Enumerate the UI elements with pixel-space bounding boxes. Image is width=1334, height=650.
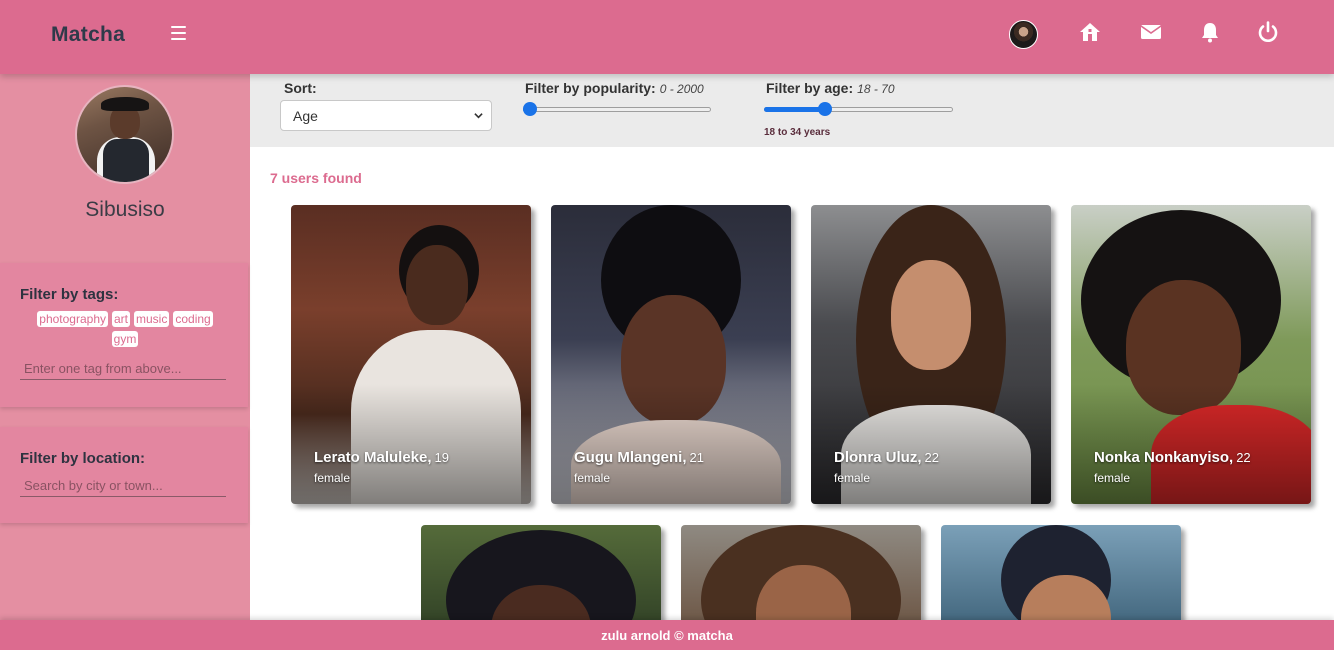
age-range-note: 18 to 34 years: [764, 127, 831, 138]
tag-music[interactable]: music: [134, 311, 170, 327]
popularity-label-text: Filter by popularity:: [525, 80, 656, 96]
user-age: 19: [434, 450, 450, 465]
sort-label: Sort:: [284, 80, 317, 96]
user-card[interactable]: [421, 525, 661, 635]
user-age: 22: [1236, 450, 1251, 465]
user-card[interactable]: [681, 525, 921, 635]
location-filter-title: Filter by location:: [20, 450, 146, 467]
mail-icon[interactable]: [1139, 20, 1163, 44]
user-name: Gugu Mlangeni, 21: [574, 449, 704, 466]
top-navbar: Matcha: [0, 0, 1334, 74]
tags-filter-card: Filter by tags: photography art music codin…: [0, 263, 248, 407]
footer: zulu arnold © matcha: [0, 620, 1334, 650]
brand-logo[interactable]: Matcha: [51, 23, 125, 47]
popularity-range: 0 - 2000: [659, 82, 704, 96]
profile-name: Sibusiso: [85, 198, 165, 221]
sort-select[interactable]: Age: [280, 100, 492, 131]
users-found-count: 7 users found: [270, 170, 362, 186]
profile-avatar[interactable]: [75, 85, 174, 184]
popularity-label: Filter by popularity: 0 - 2000: [525, 80, 704, 96]
user-gender: female: [574, 471, 611, 485]
tag-photography[interactable]: photography: [37, 311, 108, 327]
filter-bar: Sort: Age Filter by popularity: 0 - 2000 …: [250, 74, 1334, 147]
user-gender: female: [1094, 471, 1131, 485]
tag-coding[interactable]: coding: [173, 311, 213, 327]
footer-text: zulu arnold © matcha: [601, 628, 733, 643]
user-card[interactable]: Nonka Nonkanyiso, 22 female: [1071, 205, 1311, 504]
popularity-slider[interactable]: [523, 102, 711, 116]
user-age: 21: [689, 450, 704, 465]
tag-art[interactable]: art: [112, 311, 131, 327]
tag-input[interactable]: [20, 358, 226, 380]
home-icon[interactable]: [1078, 20, 1102, 44]
hamburger-menu-icon[interactable]: [171, 26, 186, 40]
user-gender: female: [834, 471, 871, 485]
age-range: 18 - 70: [857, 82, 895, 96]
age-label: Filter by age: 18 - 70: [766, 80, 895, 96]
user-name: Nonka Nonkanyiso, 22: [1094, 449, 1251, 466]
user-name: Dlonra Uluz, 22: [834, 449, 939, 466]
user-card[interactable]: Lerato Maluleke, 19 female: [291, 205, 531, 504]
user-card[interactable]: [941, 525, 1181, 635]
tag-list: photography art music coding gym: [20, 309, 230, 349]
user-age: 22: [924, 450, 939, 465]
user-avatar[interactable]: [1009, 20, 1038, 49]
bell-icon[interactable]: [1198, 20, 1222, 44]
location-filter-card: Filter by location:: [0, 427, 248, 523]
user-card[interactable]: Gugu Mlangeni, 21 female: [551, 205, 791, 504]
user-gender: female: [314, 471, 351, 485]
user-card[interactable]: Dlonra Uluz, 22 female: [811, 205, 1051, 504]
sidebar: Sibusiso Filter by tags: photography art m…: [0, 74, 250, 620]
age-slider[interactable]: [764, 102, 953, 116]
tag-gym[interactable]: gym: [111, 331, 139, 347]
location-input[interactable]: [20, 475, 226, 497]
power-icon[interactable]: [1256, 20, 1280, 44]
user-name: Lerato Maluleke, 19: [314, 449, 450, 466]
tags-filter-title: Filter by tags:: [20, 286, 119, 303]
age-label-text: Filter by age:: [766, 80, 854, 96]
